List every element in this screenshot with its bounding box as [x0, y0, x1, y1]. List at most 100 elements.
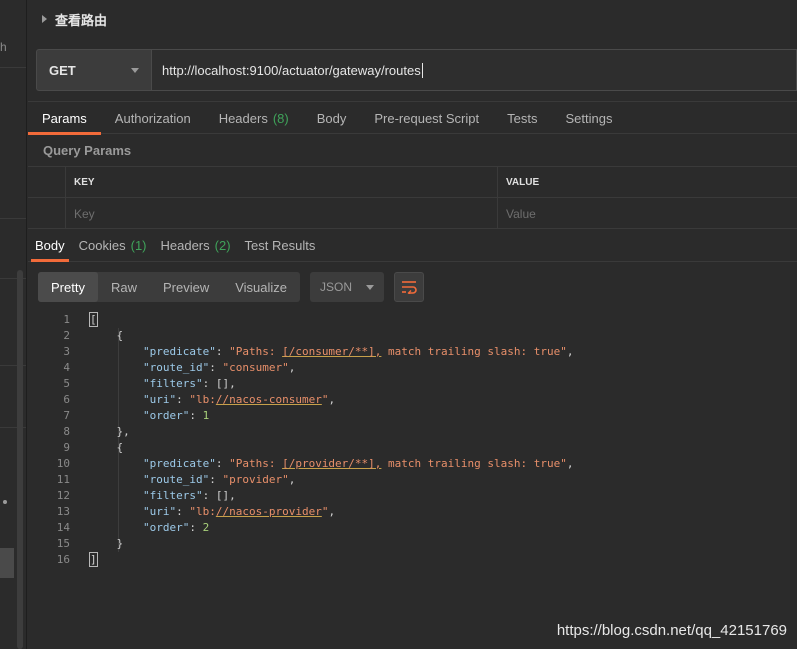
json-token: "Paths: [/provider/**], match trailing s…	[229, 457, 567, 470]
response-tab-test-results[interactable]: Test Results	[238, 229, 323, 261]
text-cursor	[421, 62, 423, 78]
code-line: 9 {	[28, 440, 797, 456]
response-tab-cookies[interactable]: Cookies (1)	[72, 229, 154, 261]
code-line: 13 "uri": "lb://nacos-provider",	[28, 504, 797, 520]
query-params-label: Query Params	[43, 143, 132, 158]
tab-label: Body	[316, 110, 347, 126]
tab-label: Tests	[507, 110, 538, 126]
code-text: },	[90, 425, 130, 438]
code-line: 3 "predicate": "Paths: [/consumer/**], m…	[28, 344, 797, 360]
params-row-checkbox[interactable]	[28, 198, 66, 229]
code-line: 10 "predicate": "Paths: [/provider/**], …	[28, 456, 797, 472]
tab-body[interactable]: Body	[303, 102, 361, 134]
language-label: JSON	[320, 280, 353, 294]
code-text: ]	[89, 552, 98, 567]
tab-authorization[interactable]: Authorization	[101, 102, 205, 134]
tab-count-badge: (2)	[214, 237, 231, 253]
line-number: 16	[56, 553, 70, 566]
json-token: "Paths: [/consumer/**], match trailing s…	[229, 345, 567, 358]
line-number: 14	[56, 521, 70, 534]
params-table: KEY VALUE Key Value	[28, 166, 797, 229]
code-line: 14 "order": 2	[28, 520, 797, 536]
response-toolbar: Pretty Raw Preview Visualize JSON	[38, 272, 425, 302]
method-select[interactable]: GET	[36, 49, 152, 91]
code-text: "filters": [],	[142, 489, 236, 502]
code-text: "uri": "lb://nacos-provider",	[142, 505, 336, 518]
line-number: 9	[63, 441, 70, 454]
tab-label: Pre-request Script	[374, 110, 480, 126]
sidebar-divider	[0, 67, 26, 68]
json-token: "route_id"	[142, 361, 210, 374]
json-token: "lb://nacos-provider"	[189, 505, 329, 518]
tab-label: Settings	[565, 110, 613, 126]
code-text: "route_id": "provider",	[142, 473, 296, 486]
line-number: 7	[63, 409, 70, 422]
format-pretty-button[interactable]: Pretty	[38, 272, 98, 302]
url-bar: GET http://localhost:9100/actuator/gatew…	[36, 49, 797, 91]
code-text: "predicate": "Paths: [/consumer/**], mat…	[142, 345, 574, 358]
json-token: "uri"	[142, 393, 177, 406]
response-tab-body[interactable]: Body	[28, 229, 72, 262]
tab-label: Authorization	[114, 110, 191, 126]
json-token: "order"	[142, 409, 190, 422]
key-column-header: KEY	[66, 167, 498, 198]
line-number: 13	[56, 505, 70, 518]
line-number: 2	[63, 329, 70, 342]
wrap-lines-button[interactable]	[394, 272, 425, 302]
line-number: 1	[63, 313, 70, 326]
code-text: "uri": "lb://nacos-consumer",	[142, 393, 336, 406]
tab-pre-request-script[interactable]: Pre-request Script	[360, 102, 493, 134]
line-number: 4	[63, 361, 70, 374]
key-input[interactable]: Key	[66, 198, 498, 229]
chevron-down-icon	[366, 284, 375, 290]
params-checkbox-column	[28, 167, 66, 198]
json-token: 2	[202, 521, 210, 534]
code-line: 8 },	[28, 424, 797, 440]
request-title[interactable]: 查看路由	[55, 10, 107, 29]
code-line: 12 "filters": [],	[28, 488, 797, 504]
code-text: "order": 2	[142, 521, 210, 534]
chevron-down-icon	[131, 67, 139, 73]
json-token: "filters"	[142, 489, 203, 502]
value-input[interactable]: Value	[498, 198, 797, 229]
line-number: 5	[63, 377, 70, 390]
code-line: 16]	[28, 552, 797, 568]
tab-label: Cookies	[78, 237, 126, 253]
tab-label: Test Results	[244, 237, 316, 253]
json-token: "order"	[142, 521, 190, 534]
tab-params[interactable]: Params	[28, 102, 101, 135]
tab-label: Headers	[218, 110, 268, 126]
json-token: "uri"	[142, 505, 177, 518]
format-toggle-group: Pretty Raw Preview Visualize	[38, 272, 301, 302]
format-raw-button[interactable]: Raw	[98, 272, 150, 302]
json-token: []	[215, 377, 230, 390]
tab-tests[interactable]: Tests	[493, 102, 551, 134]
wrap-lines-icon	[402, 281, 417, 294]
expand-caret-icon[interactable]	[42, 15, 47, 23]
json-token: []	[215, 489, 230, 502]
response-tab-headers[interactable]: Headers (2)	[154, 229, 238, 261]
code-line: 1[	[28, 312, 797, 328]
code-line: 11 "route_id": "provider",	[28, 472, 797, 488]
sidebar-scrollbar[interactable]	[17, 270, 23, 649]
format-visualize-button[interactable]: Visualize	[222, 272, 300, 302]
response-body-editor[interactable]: 1[2 {3 "predicate": "Paths: [/consumer/*…	[28, 312, 797, 572]
tab-settings[interactable]: Settings	[551, 102, 626, 134]
sidebar-selected-item[interactable]	[0, 548, 14, 578]
code-line: 4 "route_id": "consumer",	[28, 360, 797, 376]
params-input-row: Key Value	[28, 198, 797, 229]
code-text: {	[90, 441, 124, 454]
sidebar-text-fragment: h	[0, 40, 7, 54]
code-text: "order": 1	[142, 409, 210, 422]
url-input[interactable]: http://localhost:9100/actuator/gateway/r…	[152, 49, 797, 91]
sidebar-divider	[0, 218, 26, 219]
code-line: 15 }	[28, 536, 797, 552]
language-select[interactable]: JSON	[310, 272, 385, 302]
tab-count-badge: (8)	[272, 110, 289, 126]
line-number: 6	[63, 393, 70, 406]
tab-headers[interactable]: Headers (8)	[205, 102, 303, 134]
code-text: }	[90, 537, 124, 550]
params-header-row: KEY VALUE	[28, 167, 797, 198]
line-number: 10	[56, 457, 70, 470]
format-preview-button[interactable]: Preview	[150, 272, 222, 302]
